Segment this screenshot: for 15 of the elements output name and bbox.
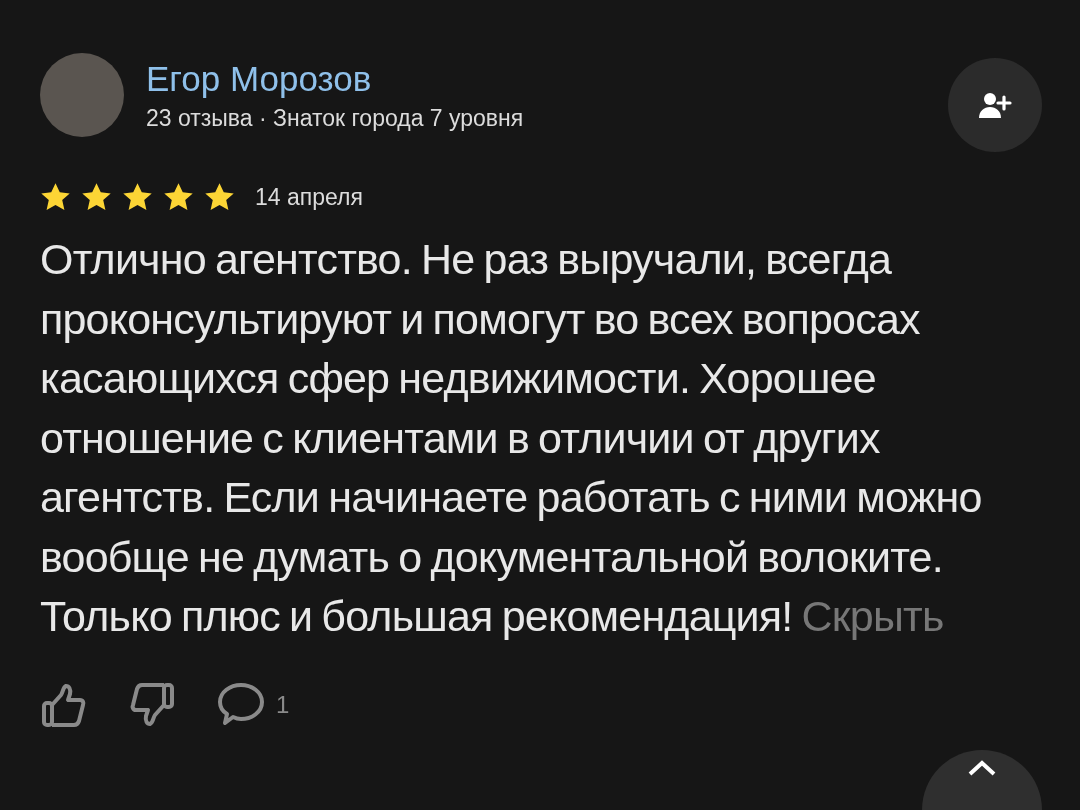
thumbs-down-icon [128, 680, 176, 729]
author-name[interactable]: Егор Морозов [146, 58, 926, 99]
comments-button[interactable]: 1 [216, 680, 290, 729]
review-date: 14 апреля [255, 183, 363, 211]
add-person-icon [978, 91, 1012, 119]
chevron-up-icon [967, 760, 997, 776]
star-icon [40, 182, 71, 212]
author-meta: 23 отзыва · Знаток города 7 уровня [146, 104, 525, 132]
star-icon [81, 182, 112, 212]
review-text: Отлично агентство. Не раз выручали, всегда проконсультируют и помогут во всех вопросах касающихся сфер недвижимости. Хорошее отношение с клиентами в отличии от других агентств. Если начинаете работать с ними можно вообще не думать о документальной волоките. Только плюс и большая рекомендация! Скрыть [40, 234, 983, 642]
dislike-button[interactable] [128, 680, 176, 729]
hide-link[interactable]: Скрыть [801, 592, 944, 640]
star-icon [122, 182, 153, 212]
star-icon [163, 182, 194, 212]
star-icon [204, 182, 235, 212]
